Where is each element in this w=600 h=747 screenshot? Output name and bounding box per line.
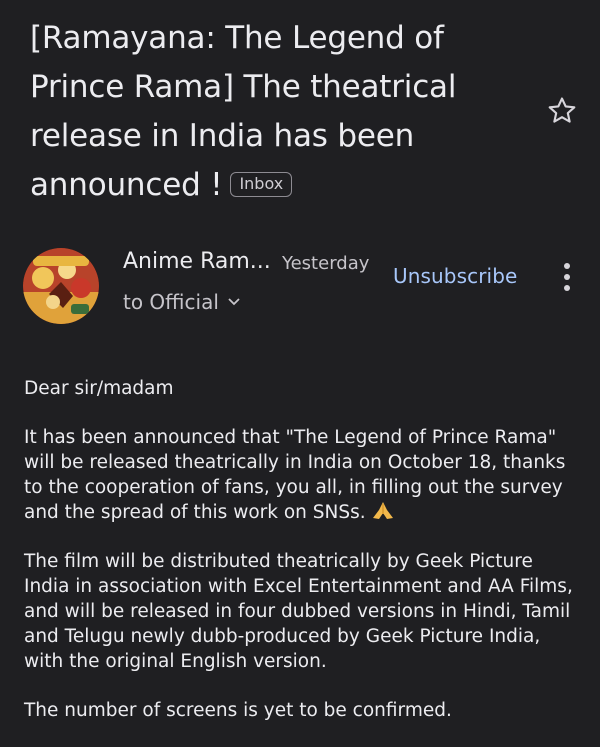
inbox-label-badge[interactable]: Inbox	[230, 172, 293, 197]
email-body: Dear sir/madam It has been announced tha…	[24, 376, 584, 747]
sender-avatar[interactable]	[23, 248, 99, 324]
sender-name[interactable]: Anime Ram...	[123, 249, 271, 274]
recipient-details-toggle[interactable]: to Official	[123, 290, 241, 314]
body-paragraph: The film will be distributed theatricall…	[24, 551, 573, 672]
chevron-down-icon	[228, 298, 240, 306]
body-paragraph: The number of screens is yet to be confi…	[24, 700, 452, 721]
recipient-text: to Official	[123, 290, 219, 314]
email-subject: [Ramayana: The Legend of Prince Rama] Th…	[30, 14, 510, 210]
unsubscribe-button[interactable]: Unsubscribe	[393, 264, 517, 288]
email-timestamp: Yesterday	[282, 253, 370, 274]
greeting: Dear sir/madam	[24, 378, 174, 399]
body-paragraph: It has been announced that "The Legend o…	[24, 427, 566, 523]
more-options-icon[interactable]	[560, 263, 574, 293]
star-icon[interactable]	[545, 94, 579, 128]
folded-hands-emoji-icon	[372, 502, 393, 519]
